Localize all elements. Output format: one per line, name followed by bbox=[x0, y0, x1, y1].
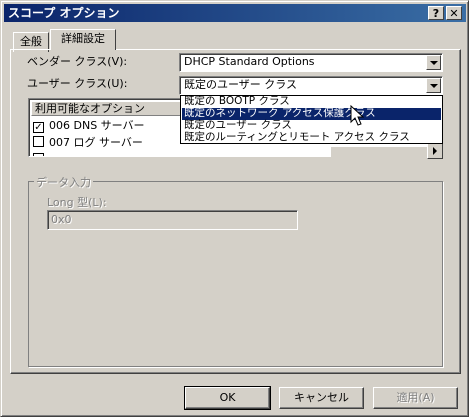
checkbox-icon[interactable]: ✓ bbox=[33, 122, 44, 133]
list-item[interactable]: 007 ログ サーバー bbox=[33, 135, 143, 152]
long-type-value: 0x0 bbox=[51, 213, 72, 226]
scroll-right-button[interactable] bbox=[427, 143, 443, 159]
vendor-class-select[interactable]: DHCP Standard Options bbox=[179, 53, 443, 72]
vendor-class-dropdown-button[interactable] bbox=[426, 55, 441, 70]
checkbox-icon[interactable] bbox=[33, 136, 44, 147]
user-class-dropdown-button[interactable] bbox=[426, 78, 441, 93]
user-class-select[interactable]: 既定のユーザー クラス bbox=[179, 76, 443, 95]
horizontal-scrollbar[interactable] bbox=[331, 143, 443, 159]
list-item[interactable] bbox=[33, 152, 49, 156]
title-bar: スコープ オプション ? ✕ bbox=[4, 4, 466, 22]
tab-general-label: 全般 bbox=[20, 35, 42, 48]
scope-options-dialog: スコープ オプション ? ✕ 全般 詳細設定 ベンダー クラス(V): DHCP… bbox=[0, 0, 469, 417]
data-entry-title: データ入力 bbox=[34, 174, 93, 190]
ok-button[interactable]: OK bbox=[184, 386, 271, 410]
help-icon: ? bbox=[432, 7, 440, 20]
vendor-class-label: ベンダー クラス(V): bbox=[27, 55, 128, 68]
long-type-input: 0x0 bbox=[47, 210, 298, 230]
list-header-label: 利用可能なオプション bbox=[35, 102, 145, 115]
chevron-down-icon bbox=[430, 61, 438, 65]
list-item-label: 006 DNS サーバー bbox=[49, 119, 145, 132]
help-button[interactable]: ? bbox=[428, 6, 444, 20]
close-icon: ✕ bbox=[449, 7, 459, 20]
tab-advanced-label: 詳細設定 bbox=[61, 32, 105, 45]
close-button[interactable]: ✕ bbox=[446, 6, 462, 20]
long-type-label: Long 型(L): bbox=[47, 196, 107, 209]
user-class-value: 既定のユーザー クラス bbox=[184, 78, 298, 91]
vendor-class-value: DHCP Standard Options bbox=[184, 55, 315, 68]
mouse-pointer-icon bbox=[350, 105, 364, 126]
user-class-label: ユーザー クラス(U): bbox=[27, 77, 128, 90]
list-item-label: 007 ログ サーバー bbox=[49, 136, 143, 149]
cancel-button[interactable]: キャンセル bbox=[279, 387, 364, 409]
dropdown-option[interactable]: 既定のルーティングとリモート アクセス クラス bbox=[182, 132, 441, 144]
tab-advanced[interactable]: 詳細設定 bbox=[50, 29, 116, 50]
chevron-down-icon bbox=[430, 84, 438, 88]
list-item[interactable]: ✓ 006 DNS サーバー bbox=[33, 118, 145, 135]
apply-button[interactable]: 適用(A) bbox=[373, 387, 458, 409]
checkbox-icon[interactable] bbox=[33, 153, 44, 156]
chevron-right-icon bbox=[433, 147, 437, 155]
user-class-dropdown-list[interactable]: 既定の BOOTP クラス 既定のネットワーク アクセス保護クラス 既定のユーザ… bbox=[180, 95, 443, 144]
window-title: スコープ オプション bbox=[8, 6, 120, 20]
